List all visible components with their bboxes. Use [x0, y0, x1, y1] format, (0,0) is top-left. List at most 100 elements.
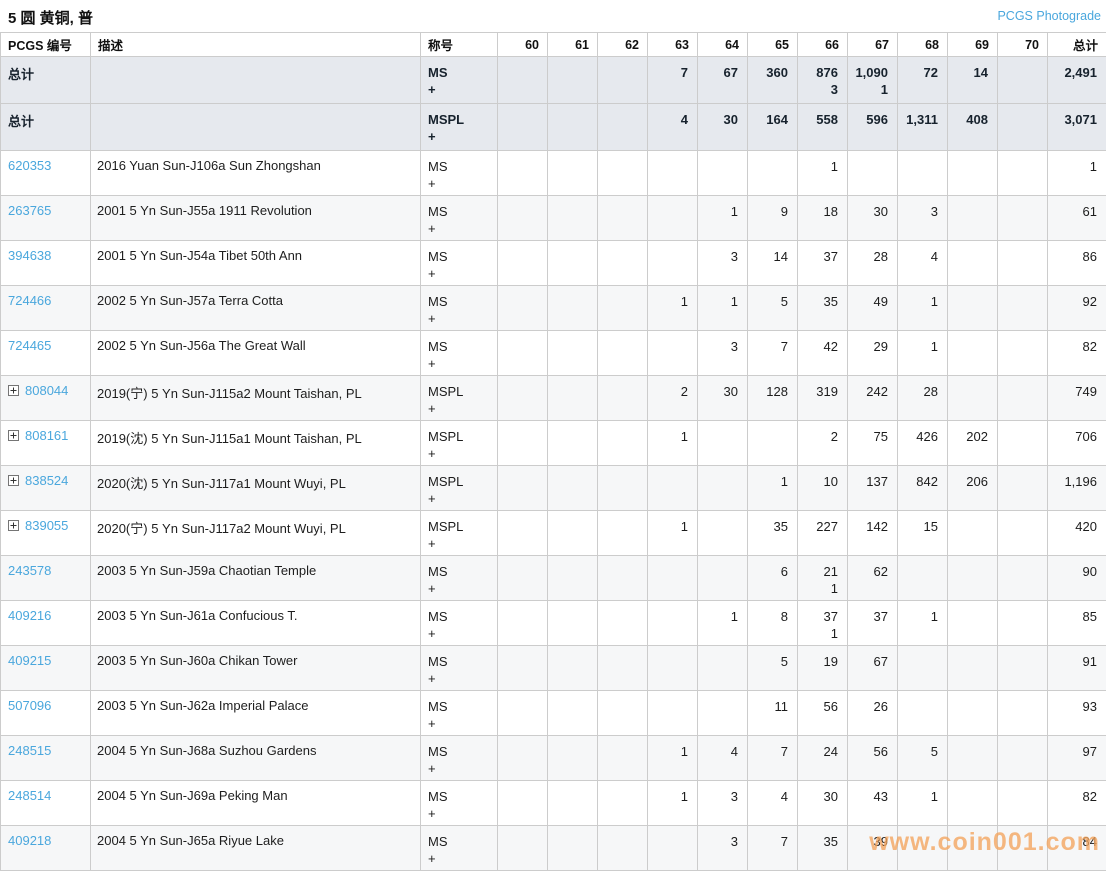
pcgs-id-link[interactable]: 808161: [25, 428, 68, 443]
totals-label-cell: 总计: [1, 104, 91, 151]
grade-count-cell-63: [648, 556, 698, 601]
row-total: 93: [1050, 698, 1097, 715]
grade-count: 202: [950, 428, 988, 445]
designation-text: MSPL: [428, 473, 491, 490]
grade-count-cell-62: [598, 691, 648, 736]
pcgs-id-cell: 394638: [1, 241, 91, 286]
pcgs-id-link[interactable]: 507096: [8, 698, 51, 713]
description-cell: 2001 5 Yn Sun-J54a Tibet 50th Ann: [91, 241, 421, 286]
grade-count-cell-69: [948, 286, 998, 331]
description-cell: 2019(沈) 5 Yn Sun-J115a1 Mount Taishan, P…: [91, 421, 421, 466]
grade-count: 11: [750, 698, 788, 715]
grade-count-cell-68: 5: [898, 736, 948, 781]
grade-count-cell-65: 7: [748, 736, 798, 781]
grade-count-cell-62: [598, 601, 648, 646]
pcgs-photograde-link[interactable]: PCGS Photograde: [997, 9, 1101, 23]
grade-count-cell-67: 67: [848, 646, 898, 691]
row-total: 90: [1050, 563, 1097, 580]
expand-icon[interactable]: [8, 475, 19, 486]
pcgs-id-link[interactable]: 248515: [8, 743, 51, 758]
grade-count-cell-61: [548, 241, 598, 286]
grade-count-cell-60: [498, 826, 548, 871]
pcgs-id-cell: 409215: [1, 646, 91, 691]
pcgs-id-cell: 839055: [1, 511, 91, 556]
grade-count-cell-69: [948, 241, 998, 286]
pcgs-id-link[interactable]: 838524: [25, 473, 68, 488]
grade-count-cell-61: [548, 691, 598, 736]
grade-count-cell-63: 1: [648, 781, 698, 826]
grade-count-cell-64: 1: [698, 196, 748, 241]
pcgs-id-link[interactable]: 243578: [8, 563, 51, 578]
description-cell: 2003 5 Yn Sun-J62a Imperial Palace: [91, 691, 421, 736]
grade-count-cell-62: [598, 421, 648, 466]
grade-count-cell-70: [998, 646, 1048, 691]
grade-count-cell-69: [948, 556, 998, 601]
grade-count: 1: [700, 293, 738, 310]
grade-count-cell-68: [898, 556, 948, 601]
designation-cell: MS+: [421, 286, 498, 331]
coin-row: 3946382001 5 Yn Sun-J54a Tibet 50th AnnM…: [1, 241, 1106, 286]
pcgs-id-link[interactable]: 724465: [8, 338, 51, 353]
grade-count-cell-66: 24: [798, 736, 848, 781]
row-total: 97: [1050, 743, 1097, 760]
grade-count-cell-65: 9: [748, 196, 798, 241]
pcgs-id-link[interactable]: 263765: [8, 203, 51, 218]
grade-count: 35: [800, 293, 838, 310]
grade-count-cell-66: 211: [798, 556, 848, 601]
pcgs-id-link[interactable]: 409215: [8, 653, 51, 668]
designation-cell: MS+: [421, 736, 498, 781]
grade-count: 37: [800, 608, 838, 625]
column-header-description: 描述: [91, 33, 421, 57]
pcgs-id-link[interactable]: 808044: [25, 383, 68, 398]
expand-icon[interactable]: [8, 430, 19, 441]
row-total-cell: 92: [1048, 286, 1106, 331]
pcgs-id-link[interactable]: 620353: [8, 158, 51, 173]
grade-count-cell-70: [998, 826, 1048, 871]
grade-count-cell-64: [698, 646, 748, 691]
designation-cell: MS+: [421, 826, 498, 871]
grade-count-cell-70: [998, 691, 1048, 736]
pcgs-id-wrap: 263765: [8, 203, 86, 218]
coin-description: 2003 5 Yn Sun-J60a Chikan Tower: [97, 653, 297, 668]
designation-cell: MS+: [421, 781, 498, 826]
grade-count-cell-60: [498, 196, 548, 241]
grade-count-cell-63: [648, 601, 698, 646]
grade-count: 3: [700, 788, 738, 805]
designation-cell: MS+: [421, 556, 498, 601]
row-total-cell: 61: [1048, 196, 1106, 241]
grade-count: 30: [850, 203, 888, 220]
grade-count-cell-70: [998, 151, 1048, 196]
designation-plus: +: [428, 850, 491, 867]
grade-count: 4: [750, 788, 788, 805]
coin-row: 2435782003 5 Yn Sun-J59a Chaotian Temple…: [1, 556, 1106, 601]
expand-icon[interactable]: [8, 520, 19, 531]
grade-count: 3: [900, 203, 938, 220]
row-total: 2,491: [1050, 64, 1097, 81]
grade-count-cell-61: [548, 826, 598, 871]
grade-count: 3: [700, 248, 738, 265]
grade-count-cell-69: [948, 331, 998, 376]
grade-count-cell-61: [548, 421, 598, 466]
row-total: 749: [1050, 383, 1097, 400]
grade-count-cell-61: [548, 57, 598, 104]
pcgs-id-link[interactable]: 839055: [25, 518, 68, 533]
pcgs-id-link[interactable]: 409218: [8, 833, 51, 848]
pcgs-id-link[interactable]: 394638: [8, 248, 51, 263]
grade-count: 14: [950, 64, 988, 81]
grade-count: 75: [850, 428, 888, 445]
coin-row: 808161 2019(沈) 5 Yn Sun-J115a1 Mount Tais…: [1, 421, 1106, 466]
designation-text: MS: [428, 64, 491, 81]
designation-cell: MSPL+: [421, 376, 498, 421]
pcgs-id-link[interactable]: 409216: [8, 608, 51, 623]
grade-count-cell-67: 26: [848, 691, 898, 736]
row-total-cell: 706: [1048, 421, 1106, 466]
expand-icon[interactable]: [8, 385, 19, 396]
designation-text: MS: [428, 788, 491, 805]
description-cell: 2004 5 Yn Sun-J65a Riyue Lake: [91, 826, 421, 871]
grade-count-cell-65: 5: [748, 646, 798, 691]
column-header-total: 总计: [1048, 33, 1106, 57]
grade-count-cell-65: 360: [748, 57, 798, 104]
grade-count: 19: [800, 653, 838, 670]
pcgs-id-link[interactable]: 248514: [8, 788, 51, 803]
pcgs-id-link[interactable]: 724466: [8, 293, 51, 308]
